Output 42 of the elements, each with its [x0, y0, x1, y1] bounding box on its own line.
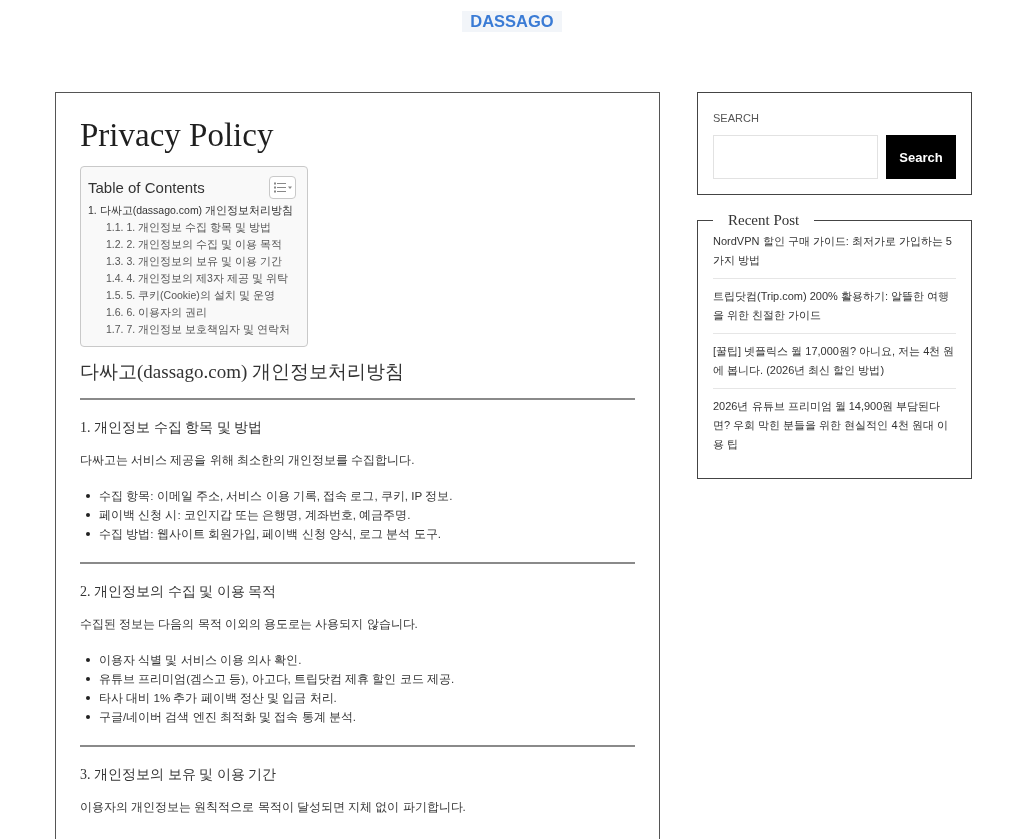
bullet-icon: [86, 676, 90, 681]
list-item-text: 구글/네이버 검색 엔진 최적화 및 접속 통계 분석.: [99, 709, 356, 725]
bullet-icon: [86, 714, 90, 719]
widget-title: Recent Post: [727, 211, 801, 230]
toc-link[interactable]: 1.1. 1. 개인정보 수집 항목 및 방법: [106, 219, 271, 236]
bullet-icon: [86, 512, 90, 517]
list-icon: [273, 182, 292, 193]
list-item-text: 유튜브 프리미엄(겜스고 등), 아고다, 트립닷컴 제휴 할인 코드 제공.: [99, 671, 455, 687]
toc-link[interactable]: 1.6. 6. 이용자의 권리: [106, 304, 208, 321]
toc-link[interactable]: 1.2. 2. 개인정보의 수집 및 이용 목적: [106, 236, 282, 253]
toc-link[interactable]: 1.4. 4. 개인정보의 제3자 제공 및 위탁: [106, 270, 288, 287]
list-item-text: 타사 대비 1% 추가 페이백 정산 및 입금 처리.: [99, 690, 337, 706]
bullet-icon: [86, 531, 90, 536]
bullet-icon: [86, 695, 90, 700]
recent-post-link[interactable]: [꿀팁] 넷플릭스 월 17,000원? 아니요, 저는 4천 원에 봅니다. (2026년 최신 할인 방법): [713, 333, 956, 388]
bullet-icon: [86, 493, 90, 498]
search-field[interactable]: [713, 135, 878, 179]
section-paragraph: 다싸고는 서비스 제공을 위해 최소한의 개인정보를 수집합니다.: [80, 452, 416, 468]
toc-toggle-button[interactable]: [269, 176, 296, 199]
site-logo[interactable]: DASSAGO: [462, 11, 562, 32]
article-heading: 다싸고(dassago.com) 개인정보처리방침: [80, 360, 406, 384]
list-item-text: 수집 항목: 이메일 주소, 서비스 이용 기록, 접속 로그, 쿠키, IP 정보.: [99, 488, 453, 504]
recent-post-link[interactable]: 트립닷컴(Trip.com) 200% 활용하기: 알뜰한 여행을 위한 친절한 가이드: [713, 278, 956, 333]
search-button[interactable]: Search: [886, 135, 956, 179]
toc-link[interactable]: 1.7. 7. 개인정보 보호책임자 및 연락처: [106, 321, 290, 338]
recent-post-link[interactable]: NordVPN 할인 구매 가이드: 최저가로 가입하는 5가지 방법: [713, 232, 956, 278]
recent-post-link[interactable]: 2026년 유튜브 프리미엄 월 14,900원 부담된다면? 우회 막힌 분들을 위한 현실적인 4천 원대 이용 팁: [713, 388, 956, 462]
section-heading: 2. 개인정보의 수집 및 이용 목적: [80, 583, 277, 601]
section-paragraph: 수집된 정보는 다음의 목적 이외의 용도로는 사용되지 않습니다.: [80, 616, 419, 632]
section-heading: 3. 개인정보의 보유 및 이용 기간: [80, 766, 277, 784]
list-item-text: 이용자 식별 및 서비스 이용 의사 확인.: [99, 652, 302, 668]
list-item-text: 페이백 신청 시: 코인지갑 또는 은행명, 계좌번호, 예금주명.: [99, 507, 411, 523]
toc-link[interactable]: 1.5. 5. 쿠키(Cookie)의 설치 및 운영: [106, 287, 275, 304]
bullet-icon: [86, 657, 90, 662]
section-heading: 1. 개인정보 수집 항목 및 방법: [80, 419, 263, 437]
page-title: Privacy Policy: [80, 117, 275, 153]
toc-title: Table of Contents: [88, 177, 205, 198]
search-label: SEARCH: [713, 111, 759, 125]
toc-link[interactable]: 1.3. 3. 개인정보의 보유 및 이용 기간: [106, 253, 282, 270]
toc-link[interactable]: 1. 다싸고(dassago.com) 개인정보처리방침: [88, 202, 294, 219]
section-paragraph: 이용자의 개인정보는 원칙적으로 목적이 달성되면 지체 없이 파기합니다.: [80, 799, 467, 815]
list-item-text: 수집 방법: 웹사이트 회원가입, 페이백 신청 양식, 로그 분석 도구.: [99, 526, 441, 542]
